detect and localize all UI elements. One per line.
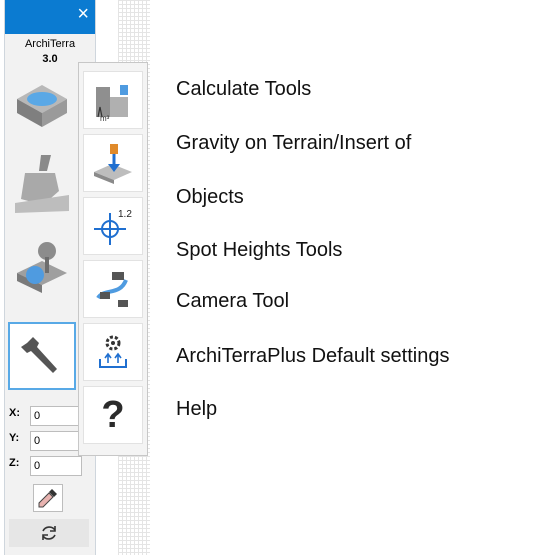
terrain-tool-icon	[17, 85, 67, 127]
default-settings-button[interactable]	[83, 323, 143, 381]
terrain-tool-button[interactable]	[8, 70, 76, 138]
calculate-tools-button[interactable]: m³	[83, 71, 143, 129]
legend-gravity-on-terrain: Gravity on Terrain/Insert of	[176, 132, 412, 154]
eyedropper-icon	[38, 489, 57, 508]
tree-placement-button[interactable]	[8, 234, 76, 302]
legend-spot-heights-tools: Spot Heights Tools	[176, 239, 343, 261]
refresh-button[interactable]	[9, 519, 89, 547]
coord-x-label: X:	[9, 407, 20, 419]
legend-help: Help	[176, 398, 218, 420]
camera-tool-button[interactable]	[83, 260, 143, 318]
gravity-insert-button[interactable]	[83, 134, 143, 192]
coord-y-field[interactable]: 0	[30, 431, 82, 451]
spot-height-icon: 1.2	[94, 209, 132, 245]
excavation-tool-button[interactable]	[8, 150, 76, 218]
svg-text:m³: m³	[100, 114, 110, 123]
legend-calculate-tools: Calculate Tools	[176, 78, 312, 100]
wrench-icon	[21, 337, 57, 373]
coord-y-label: Y:	[9, 432, 20, 444]
help-icon: ?	[101, 393, 125, 436]
svg-text:1.2: 1.2	[118, 209, 132, 220]
calculate-tools-icon: m³	[96, 85, 128, 123]
coord-x-field[interactable]: 0	[30, 406, 82, 426]
camera-path-icon	[96, 272, 128, 307]
tree-terrain-icon	[17, 242, 67, 293]
settings-flyout-panel: m³ 1.2 ?	[78, 62, 148, 456]
legend-objects: Objects	[176, 186, 244, 208]
excavator-bucket-icon	[15, 155, 69, 213]
spot-heights-button[interactable]: 1.2	[83, 197, 143, 255]
gravity-insert-icon	[94, 144, 132, 184]
pick-point-button[interactable]	[33, 484, 63, 512]
coord-z-label: Z:	[9, 457, 20, 469]
refresh-icon	[42, 526, 56, 540]
coord-z-field[interactable]: 0	[30, 456, 82, 476]
help-button[interactable]: ?	[83, 386, 143, 444]
legend-camera-tool: Camera Tool	[176, 290, 290, 312]
app-name: ArchiTerra	[24, 38, 76, 50]
close-icon[interactable]: ×	[77, 4, 89, 24]
legend-default-settings: ArchiTerraPlus Default settings	[176, 345, 450, 367]
settings-tools-button[interactable]	[8, 322, 76, 390]
default-settings-icon	[99, 335, 127, 368]
palette-titlebar[interactable]: ×	[5, 0, 95, 34]
